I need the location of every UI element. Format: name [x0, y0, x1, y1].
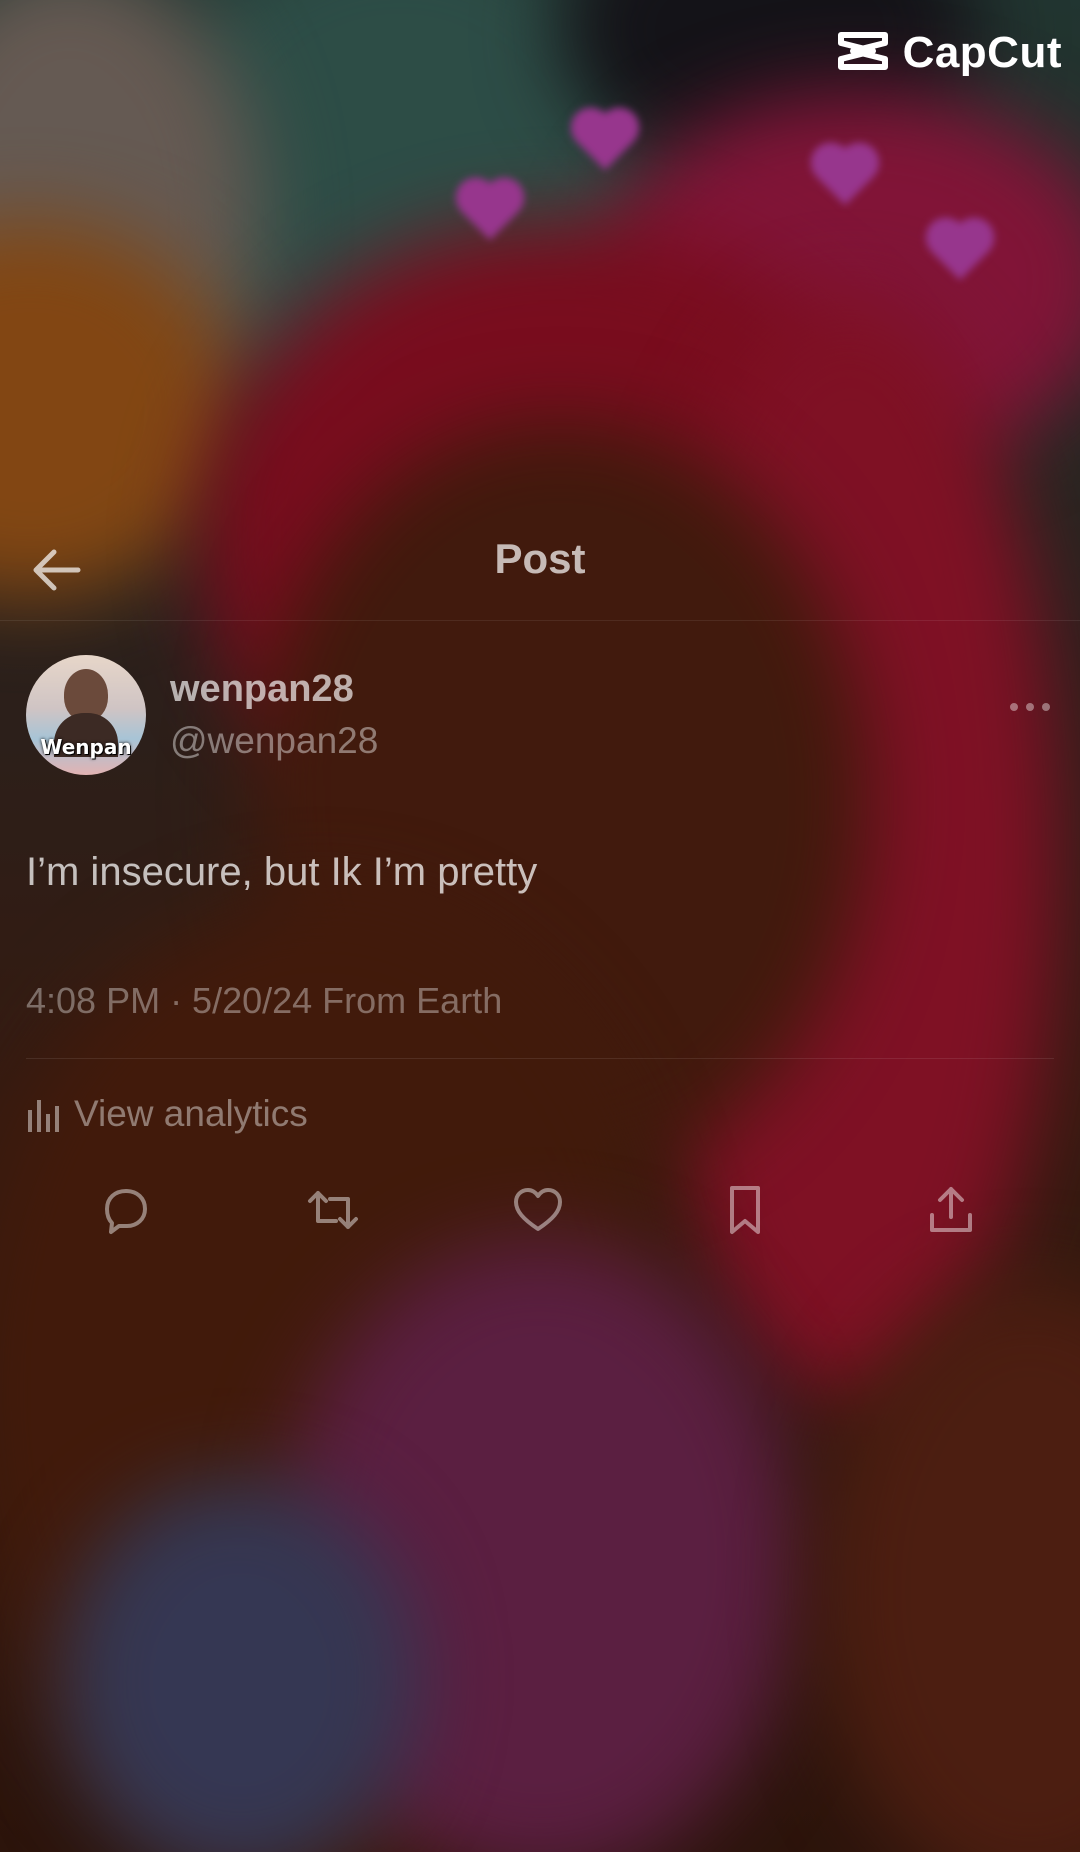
analytics-icon — [28, 1100, 59, 1132]
capcut-logo-icon — [835, 29, 891, 78]
capcut-watermark: CapCut — [835, 28, 1062, 78]
share-icon — [930, 1187, 972, 1232]
view-analytics-link[interactable]: View analytics — [26, 1090, 308, 1138]
view-analytics-label: View analytics — [74, 1093, 308, 1134]
more-options-icon — [1010, 703, 1050, 711]
post-actions-bar — [0, 1180, 1080, 1242]
share-button[interactable] — [921, 1180, 981, 1240]
post-divider — [26, 1058, 1054, 1059]
reply-button[interactable] — [96, 1180, 156, 1240]
more-options-button[interactable] — [1008, 680, 1052, 722]
like-button[interactable] — [508, 1180, 568, 1240]
header-divider — [0, 620, 1080, 621]
bookmark-button[interactable] — [715, 1180, 775, 1240]
post-text: I’m insecure, but Ik I’m pretty — [26, 850, 538, 894]
reply-icon — [105, 1189, 147, 1234]
repost-icon — [308, 1191, 358, 1229]
like-icon — [514, 1188, 562, 1231]
author-display-name[interactable]: wenpan28 — [170, 668, 354, 711]
avatar[interactable]: Wenpan — [26, 655, 146, 775]
post-timestamp: 4:08 PM · 5/20/24 From Earth — [26, 980, 503, 1021]
repost-button[interactable] — [303, 1180, 363, 1240]
capcut-brand-text: CapCut — [902, 28, 1062, 77]
author-handle[interactable]: @wenpan28 — [170, 720, 378, 762]
page-title: Post — [494, 535, 586, 582]
bookmark-icon — [730, 1186, 760, 1234]
avatar-label: Wenpan — [40, 735, 132, 759]
